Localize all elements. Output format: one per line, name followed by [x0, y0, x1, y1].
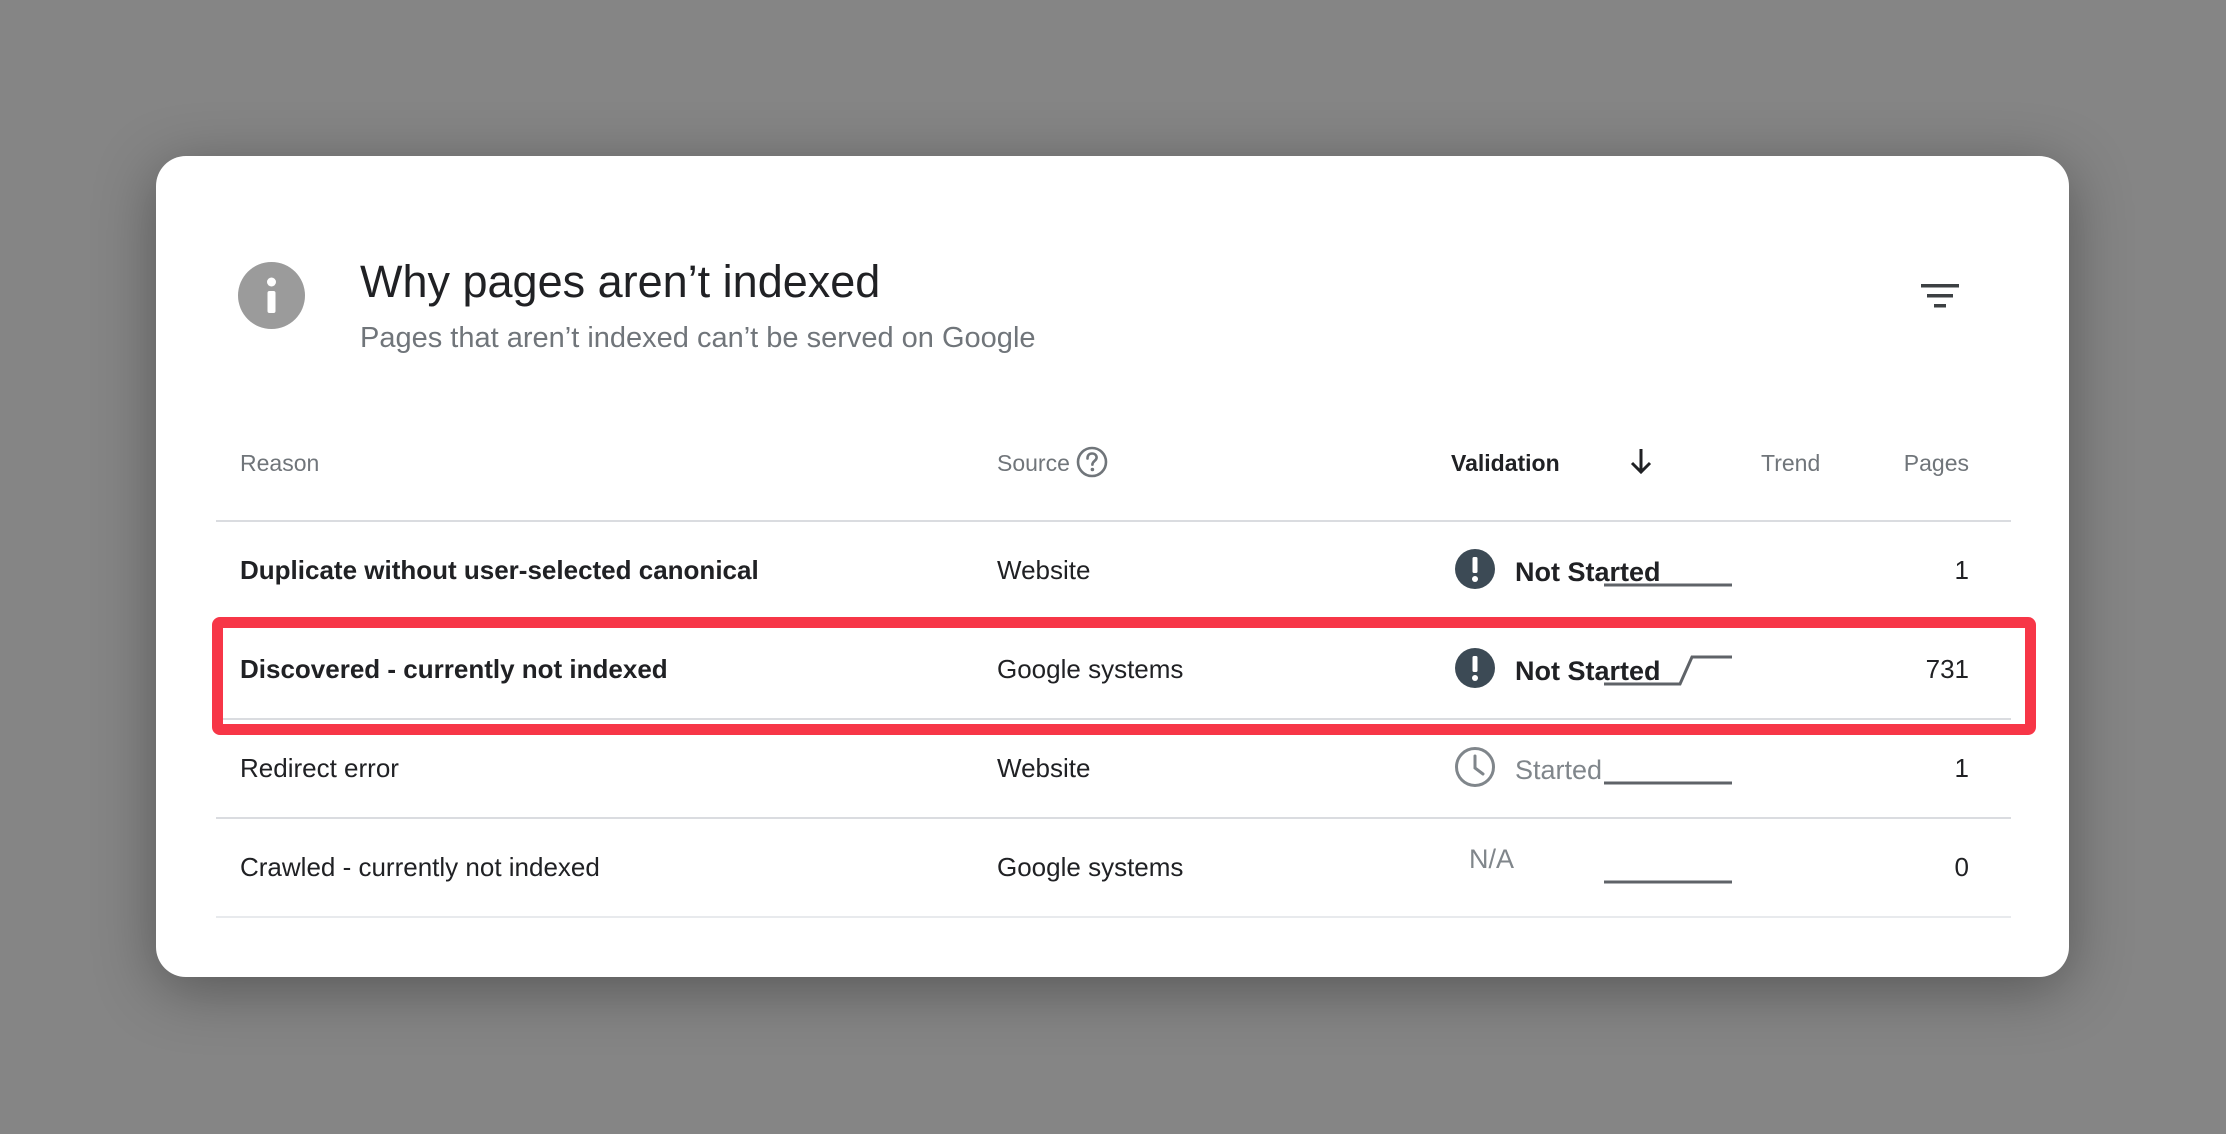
source-cell: Google systems [997, 654, 1184, 684]
indexing-card: Why pages aren’t indexed Pages that aren… [156, 156, 2069, 977]
trend-sparkline [1604, 847, 1734, 892]
pages-count: 0 [1954, 852, 1969, 882]
pages-count: 1 [1954, 753, 1969, 783]
source-cell: Google systems [997, 852, 1184, 882]
trend-sparkline [1604, 550, 1734, 595]
card-subtitle: Pages that aren’t indexed can’t be serve… [360, 322, 1036, 354]
reason-cell: Duplicate without user-selected canonica… [240, 555, 759, 585]
help-icon[interactable] [1072, 442, 1112, 482]
pages-count: 1 [1954, 555, 1969, 585]
header-pages[interactable]: Pages [1904, 450, 1969, 477]
exclamation-icon [1453, 547, 1497, 598]
clock-icon [1453, 745, 1497, 796]
table-header: Reason Source Validation Trend Pages [216, 416, 2011, 522]
filter-icon[interactable] [1916, 272, 1964, 320]
source-cell: Website [997, 555, 1091, 585]
trend-sparkline [1604, 649, 1734, 694]
table-row[interactable]: Discovered - currently not indexed Googl… [216, 621, 2011, 720]
source-cell: Website [997, 753, 1091, 783]
info-icon [238, 262, 305, 329]
validation-status: N/A [1469, 844, 1515, 874]
validation-status: Started [1515, 755, 1603, 785]
header-validation[interactable]: Validation [1451, 450, 1560, 477]
reasons-table: Reason Source Validation Trend Pages Dup… [216, 416, 2011, 918]
reason-cell: Discovered - currently not indexed [240, 654, 668, 684]
table-row[interactable]: Duplicate without user-selected canonica… [216, 522, 2011, 621]
header-reason[interactable]: Reason [240, 450, 319, 477]
table-row[interactable]: Redirect error Website Started 1 [216, 720, 2011, 819]
exclamation-icon [1453, 646, 1497, 697]
pages-count: 731 [1925, 654, 1969, 684]
sort-arrow-down-icon[interactable] [1626, 444, 1656, 478]
header-trend: Trend [1761, 450, 1821, 476]
header-source[interactable]: Source [997, 450, 1070, 477]
reason-cell: Crawled - currently not indexed [240, 852, 600, 882]
card-title: Why pages aren’t indexed [360, 256, 881, 307]
validation-cell: Started [1453, 745, 1602, 796]
trend-sparkline [1604, 748, 1734, 793]
reason-cell: Redirect error [240, 753, 399, 783]
table-row[interactable]: Crawled - currently not indexed Google s… [216, 819, 2011, 918]
validation-cell: N/A [1453, 844, 1514, 875]
